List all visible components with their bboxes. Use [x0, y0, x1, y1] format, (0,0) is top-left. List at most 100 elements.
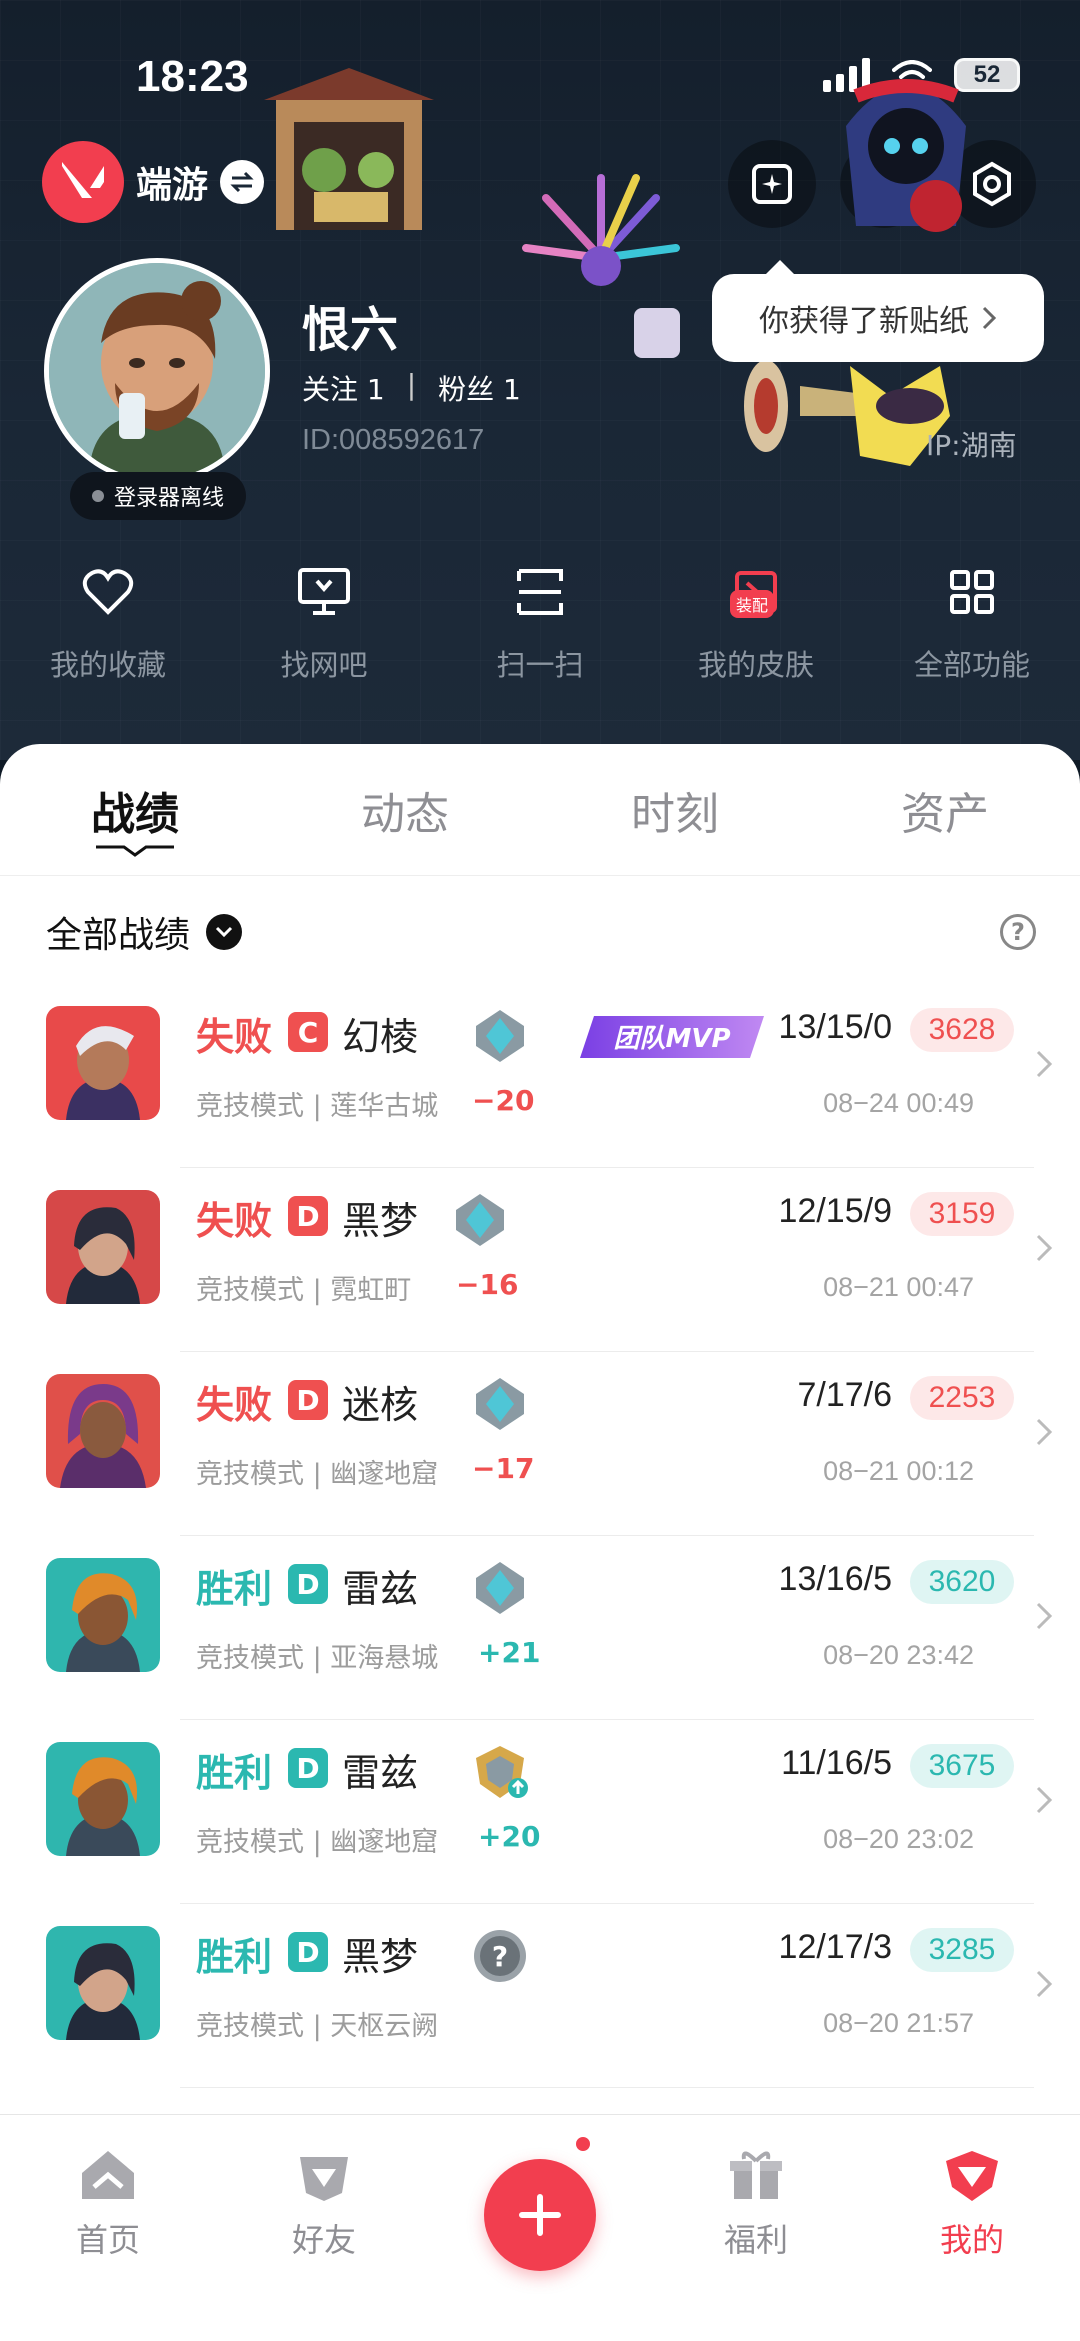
chevron-right-icon [1036, 1786, 1053, 1814]
profile-header: 18:23 52 端游 你获得了新贴纸 登录器离线 恨六 关注 1 | 粉丝 1… [0, 0, 1080, 760]
launcher-status-badge: 登录器离线 [70, 472, 247, 520]
home-icon [82, 2151, 134, 2199]
mode-map: 竞技模式 | 天枢云阙 [196, 2011, 439, 2042]
help-icon[interactable]: ? [1000, 914, 1036, 950]
avatar[interactable] [44, 258, 270, 484]
match-time: 08−21 00:12 [823, 1456, 974, 1486]
match-grade: D [288, 1748, 328, 1788]
fireworks-sticker-icon [522, 174, 680, 358]
tab-match-record[interactable]: 战绩 [0, 744, 270, 875]
game-switcher[interactable]: 端游 [42, 140, 286, 224]
ghost-sticker-icon [846, 79, 966, 232]
sticker-tip-text: 你获得了新贴纸 [759, 304, 969, 339]
quick-item-favorites[interactable]: 我的收藏 [0, 560, 216, 684]
kda: 12/15/9 [778, 1192, 892, 1230]
match-row[interactable]: 失败 C 幻棱 竞技模式 | 莲华古城 −20 团队MVP 13/15/0 36… [0, 984, 1080, 1168]
record-filter-row: 全部战绩 ? [46, 904, 1036, 960]
profile-icon [946, 2151, 998, 2201]
mode-map: 竞技模式 | 霓虹町 [196, 1275, 412, 1306]
chevron-right-icon [982, 306, 997, 330]
quick-menu: 我的收藏 找网吧 扫一扫 装配 我的皮肤 全部功能 [0, 560, 1080, 684]
chevron-right-icon [1036, 1234, 1053, 1262]
combat-score: 3675 [910, 1744, 1014, 1788]
tab-label: 战绩 [91, 788, 179, 840]
match-row[interactable]: 失败 D 迷核 竞技模式 | 幽邃地窟 −17 7/17/6 2253 08−2… [0, 1352, 1080, 1536]
mode-map: 竞技模式 | 幽邃地窟 [196, 1459, 439, 1490]
equip-badge: 装配 [730, 590, 775, 618]
quick-item-skins[interactable]: 装配 我的皮肤 [648, 560, 864, 684]
row-divider [180, 2087, 1034, 2088]
match-result: 胜利 [196, 1751, 273, 1795]
quick-label: 全部功能 [913, 648, 1030, 682]
quick-item-all-features[interactable]: 全部功能 [864, 560, 1080, 684]
match-time: 08−21 00:47 [823, 1272, 974, 1302]
new-sticker-tooltip[interactable]: 你获得了新贴纸 [712, 260, 1044, 362]
match-row[interactable]: 胜利 D 雷兹 竞技模式 | 幽邃地窟 +20 11/16/5 3675 08−… [0, 1720, 1080, 1904]
tab-moments[interactable]: 时刻 [540, 744, 810, 875]
tab-label: 资产 [901, 788, 989, 840]
chevron-right-icon [1036, 1970, 1053, 1998]
chevron-right-icon [1036, 1418, 1053, 1446]
follow-stats: 关注 1 | 粉丝 1 [302, 368, 521, 408]
mvp-text: 团队MVP [613, 1024, 730, 1054]
nav-label: 我的 [939, 2221, 1004, 2259]
combat-score: 3159 [910, 1192, 1014, 1236]
content-card: 战绩 动态 时刻 资产 全部战绩 ? 失败 C 幻棱 竞技模式 | 莲华古城 −… [0, 744, 1080, 2114]
gift-icon [730, 2151, 782, 2199]
rank-rating-change: −20 [472, 1084, 535, 1117]
tab-underline-icon [96, 845, 174, 857]
agent-portrait-icon [46, 1006, 160, 1120]
rank-diamond-icon [476, 1378, 524, 1430]
combat-score: 3620 [910, 1560, 1014, 1604]
combat-score: 2253 [910, 1376, 1014, 1420]
temple-sticker-icon [264, 68, 434, 230]
nav-profile[interactable]: 我的 [864, 2115, 1080, 2341]
tab-label: 动态 [361, 788, 449, 840]
kda: 12/17/3 [778, 1928, 892, 1966]
quick-label: 我的收藏 [49, 648, 166, 682]
match-grade: D [288, 1380, 328, 1420]
nav-home[interactable]: 首页 [0, 2115, 216, 2341]
mode-map: 竞技模式 | 莲华古城 [196, 1091, 439, 1122]
match-grade: D [288, 1564, 328, 1604]
following-count[interactable]: 关注 1 [302, 368, 385, 408]
match-time: 08−20 21:57 [823, 2008, 974, 2038]
chevron-right-icon [1036, 1602, 1053, 1630]
match-result: 胜利 [196, 1935, 273, 1979]
nav-label: 好友 [291, 2221, 356, 2259]
match-row[interactable]: 失败 D 黑梦 竞技模式 | 霓虹町 −16 12/15/9 3159 08−2… [0, 1168, 1080, 1352]
mode-map: 竞技模式 | 亚海悬城 [196, 1643, 439, 1674]
rank-diamond-icon [476, 1010, 524, 1062]
fans-count[interactable]: 粉丝 1 [438, 368, 521, 408]
sticker-button[interactable] [728, 140, 816, 228]
valorant-logo-icon [42, 141, 124, 223]
match-grade: C [288, 1012, 328, 1052]
sticker-icon [752, 164, 792, 204]
kda: 7/17/6 [797, 1376, 892, 1414]
match-result: 失败 [196, 1015, 273, 1059]
chevron-down-icon [206, 914, 243, 950]
nav-friends[interactable]: 好友 [216, 2115, 592, 2341]
match-row[interactable]: 胜利 D 黑梦 竞技模式 | 天枢云阙 ? 12/17/3 3285 08−20… [0, 1904, 1080, 2088]
match-time: 08−20 23:02 [823, 1824, 974, 1854]
tab-assets[interactable]: 资产 [810, 744, 1080, 875]
kda: 13/16/5 [778, 1560, 892, 1598]
match-row[interactable]: 胜利 D 雷兹 竞技模式 | 亚海悬城 +21 13/16/5 3620 08−… [0, 1536, 1080, 1720]
kda: 13/15/0 [778, 1008, 892, 1046]
username: 恨六 [302, 302, 399, 358]
nav-benefits[interactable]: 福利 [648, 2115, 864, 2341]
rank-diamond-icon [476, 1562, 524, 1614]
agent-portrait-icon [46, 1558, 160, 1672]
agent-name: 黑梦 [342, 1199, 419, 1243]
rank-up-icon [476, 1746, 528, 1798]
agent-name: 雷兹 [342, 1751, 419, 1795]
quick-item-internet-cafe[interactable]: 找网吧 [216, 560, 432, 684]
match-grade: D [288, 1196, 328, 1236]
tab-feed[interactable]: 动态 [270, 744, 540, 875]
quick-item-scan[interactable]: 扫一扫 [432, 560, 648, 684]
record-filter-dropdown[interactable]: 全部战绩 [46, 906, 243, 958]
follow-separator: | [406, 368, 417, 401]
nav-create[interactable] [432, 2115, 648, 2341]
bottom-navigation: 首页 好友 福利 我的 [0, 2114, 1080, 2341]
launcher-status-text: 登录器离线 [114, 486, 225, 511]
